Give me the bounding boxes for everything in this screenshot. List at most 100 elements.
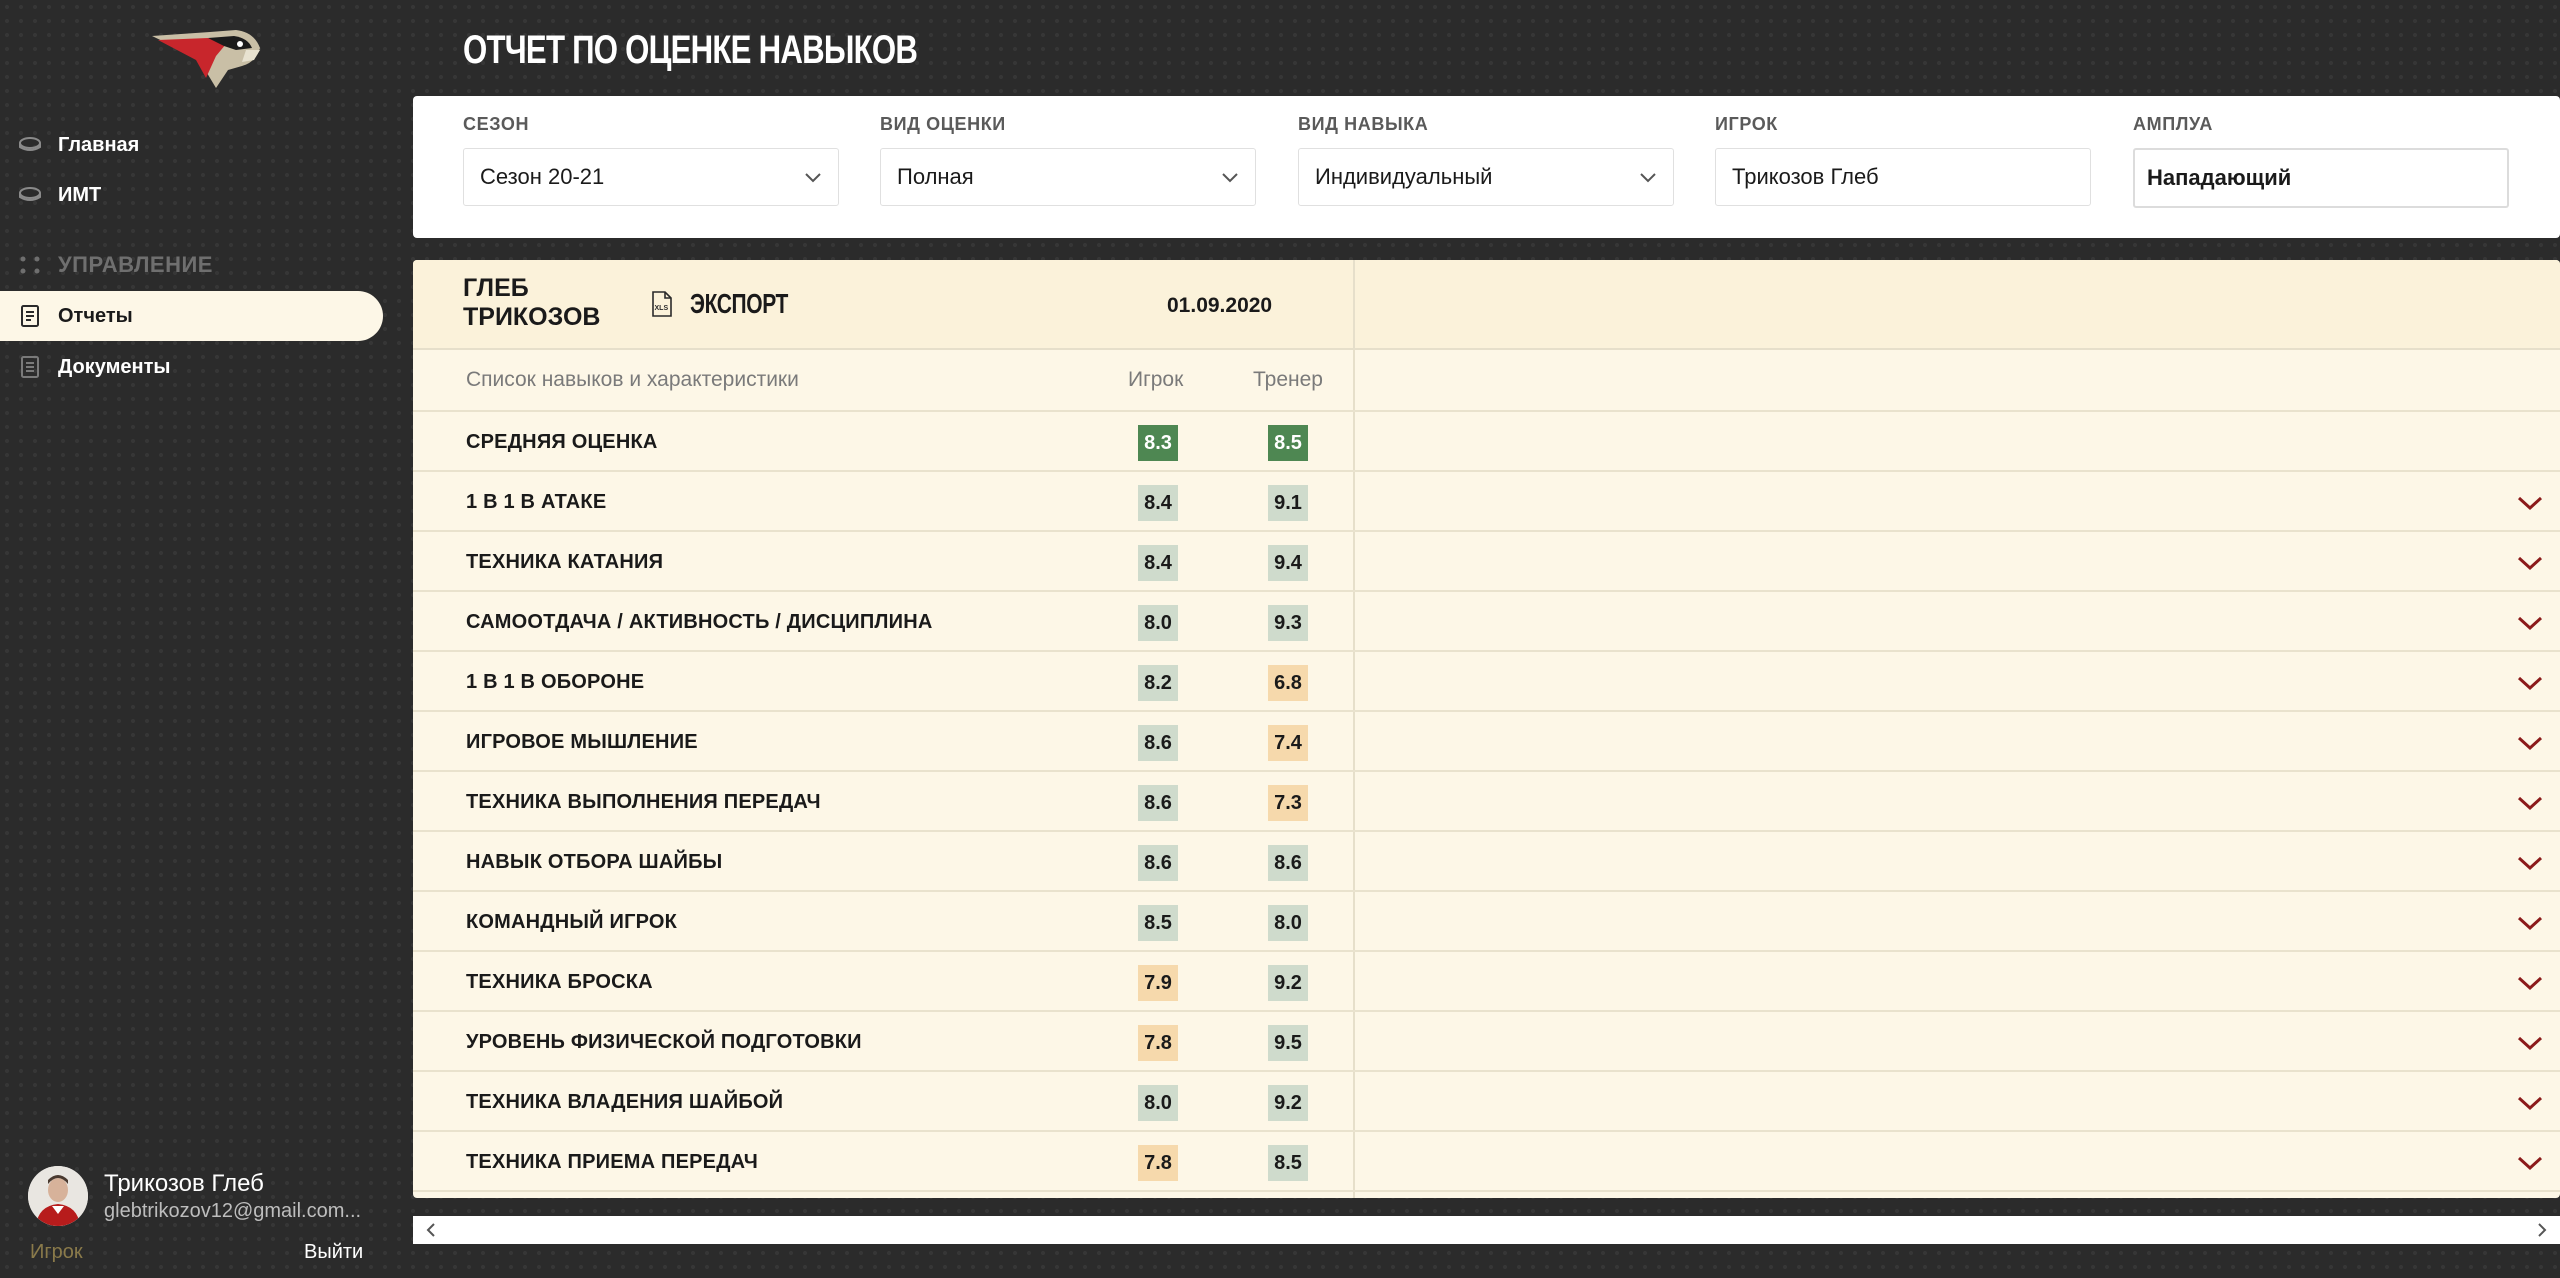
table-row[interactable]: УРОВЕНЬ ФИЗИЧЕСКОЙ ПОДГОТОВКИ 7.8 9.5 [413,1012,2560,1072]
table-row[interactable]: 1 В 1 В ОБОРОНЕ 8.2 6.8 [413,652,2560,712]
document-icon [18,355,42,379]
chevron-down-icon[interactable] [2516,792,2544,814]
grid-dots-icon [18,253,42,277]
skill-name: ИГРОВОЕ МЫШЛЕНИЕ [466,731,698,753]
table-row[interactable]: ТЕХНИКА ВЛАДЕНИЯ ШАЙБОЙ 8.0 9.2 [413,1072,2560,1132]
table-row[interactable]: ИГРОВОЕ МЫШЛЕНИЕ 8.6 7.4 [413,712,2560,772]
table-row[interactable]: НАВЫК ОТБОРА ШАЙБЫ 8.6 8.6 [413,832,2560,892]
chevron-down-icon[interactable] [2516,1032,2544,1054]
nav-item-home[interactable]: Главная [0,120,139,170]
coach-score-badge: 7.3 [1268,785,1308,821]
avatar[interactable] [28,1166,88,1226]
export-label: ЭКСПОРТ [690,288,789,319]
nav-item-imt[interactable]: ИМТ [0,170,101,220]
chevron-down-icon[interactable] [2516,732,2544,754]
coach-score-badge: 7.4 [1268,725,1308,761]
sidebar: Главная ИМТ УПРАВЛЕНИЕ Отчеты Документы [0,0,400,1278]
skill-name: УРОВЕНЬ ФИЗИЧЕСКОЙ ПОДГОТОВКИ [466,1031,862,1053]
skill-name: 1 В 1 В АТАКЕ [466,491,607,513]
xls-file-icon: XLS [652,291,672,317]
player-score-badge: 8.6 [1138,785,1178,821]
section-management-label: УПРАВЛЕНИЕ [58,252,213,277]
filter-player-label: ИГРОК [1715,114,1778,134]
chevron-down-icon [1222,173,1238,183]
player-score-badge: 7.8 [1138,1025,1178,1061]
skill-name: НАВЫК ОТБОРА ШАЙБЫ [466,851,723,873]
club-logo[interactable] [150,26,262,92]
skill-name: ТЕХНИКА ВЛАДЕНИЯ ШАЙБОЙ [466,1091,784,1113]
skill-name: ТЕХНИКА КАТАНИЯ [466,551,664,573]
skill-name: ТЕХНИКА БРОСКА [466,971,653,993]
column-header-coach: Тренер [1253,368,1323,391]
eval-type-select-value: Полная [897,164,974,189]
chevron-down-icon[interactable] [2516,612,2544,634]
export-button[interactable]: XLS ЭКСПОРТ [650,288,821,320]
horizontal-scrollbar[interactable] [413,1216,2560,1244]
player-field-value: Трикозов Глеб [1732,164,1879,189]
role-field[interactable]: Нападающий [2133,148,2509,208]
filter-season-label: СЕЗОН [463,114,530,134]
nav-item-documents[interactable]: Документы [0,342,170,392]
filter-skill-type-label: ВИД НАВЫКА [1298,114,1429,134]
skill-name: ТЕХНИКА ПРИЕМА ПЕРЕДАЧ [466,1151,759,1173]
player-field[interactable]: Трикозов Глеб [1715,148,2091,206]
svg-text:XLS: XLS [655,305,669,312]
player-score-badge: 8.3 [1138,425,1178,461]
chevron-down-icon[interactable] [2516,912,2544,934]
filter-eval-type-label: ВИД ОЦЕНКИ [880,114,1006,134]
role-field-value: Нападающий [2147,165,2292,190]
filters-panel: СЕЗОН Сезон 20-21 ВИД ОЦЕНКИ Полная ВИД … [413,96,2560,238]
coach-score-badge: 9.4 [1268,545,1308,581]
column-header-skills: Список навыков и характеристики [466,368,799,391]
coach-score-badge: 8.5 [1268,1145,1308,1181]
player-score-badge: 7.8 [1138,1145,1178,1181]
column-header-player: Игрок [1128,368,1184,391]
chevron-down-icon[interactable] [2516,972,2544,994]
nav-item-reports-label: Отчеты [58,304,133,327]
report-icon [18,304,42,328]
filter-role-label: АМПЛУА [2133,114,2214,134]
player-score-badge: 8.0 [1138,1085,1178,1121]
table-row[interactable]: КОМАНДНЫЙ ИГРОК 8.5 8.0 [413,892,2560,952]
table-row[interactable]: ТЕХНИКА ПРИЕМА ПЕРЕДАЧ 7.8 8.5 [413,1132,2560,1192]
chevron-down-icon[interactable] [2516,552,2544,574]
season-select[interactable]: Сезон 20-21 [463,148,839,206]
player-score-badge: 8.5 [1138,905,1178,941]
nav-item-documents-label: Документы [58,355,171,378]
player-score-badge: 8.4 [1138,485,1178,521]
player-score-badge: 7.9 [1138,965,1178,1001]
chevron-down-icon [1640,173,1656,183]
table-row[interactable]: ТЕХНИКА КАТАНИЯ 8.4 9.4 [413,532,2560,592]
table-row[interactable]: ТЕХНИКА ВЫПОЛНЕНИЯ ПЕРЕДАЧ 8.6 7.3 [413,772,2560,832]
skill-type-select[interactable]: Индивидуальный [1298,148,1674,206]
skill-name: КОМАНДНЫЙ ИГРОК [466,911,678,933]
player-score-badge: 8.4 [1138,545,1178,581]
scroll-right-icon[interactable] [2532,1220,2552,1240]
table-row[interactable]: САМООТДАЧА / АКТИВНОСТЬ / ДИСЦИПЛИНА 8.0 9… [413,592,2560,652]
puck-icon [18,183,42,207]
user-name: Трикозов Глеб [104,1170,264,1197]
chevron-down-icon[interactable] [2516,672,2544,694]
chevron-down-icon[interactable] [2516,1152,2544,1174]
report-header: ГЛЕБ ТРИКОЗОВ XLS ЭКСПОРТ 01.09.2020 [413,260,2560,350]
scroll-left-icon[interactable] [421,1220,441,1240]
logout-link[interactable]: Выйти [304,1241,363,1264]
season-select-value: Сезон 20-21 [480,164,605,189]
coach-score-badge: 6.8 [1268,665,1308,701]
table-row[interactable]: ТЕХНИКА БРОСКА 7.9 9.2 [413,952,2560,1012]
table-row[interactable]: 1 В 1 В АТАКЕ 8.4 9.1 [413,472,2560,532]
coach-score-badge: 9.5 [1268,1025,1308,1061]
report-player-name: ГЛЕБ ТРИКОЗОВ [463,274,601,331]
nav-item-reports[interactable]: Отчеты [0,291,383,341]
chevron-down-icon[interactable] [2516,852,2544,874]
coach-score-badge: 9.1 [1268,485,1308,521]
puck-icon [18,133,42,157]
nav-item-imt-label: ИМТ [58,183,102,206]
coach-score-badge: 8.0 [1268,905,1308,941]
eval-type-select[interactable]: Полная [880,148,1256,206]
player-score-badge: 8.0 [1138,605,1178,641]
chevron-down-icon[interactable] [2516,1092,2544,1114]
user-profile: Трикозов Глеб glebtrikozov12@gmail.com..… [28,1166,368,1230]
chevron-down-icon[interactable] [2516,492,2544,514]
row-divider [413,1190,2560,1192]
